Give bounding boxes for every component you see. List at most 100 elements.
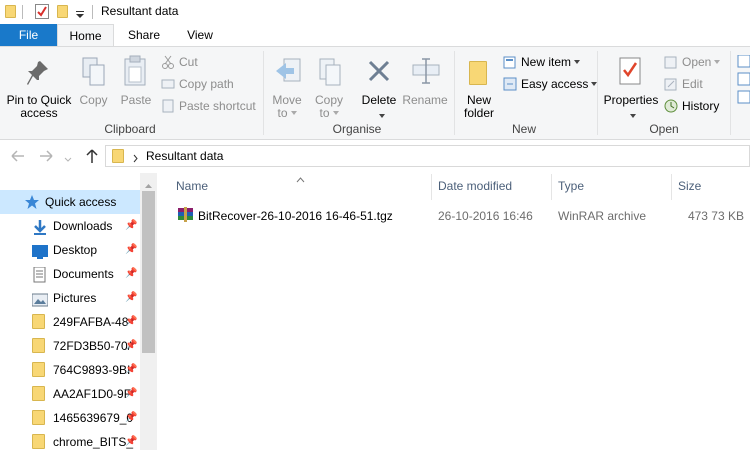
star-icon — [24, 194, 40, 209]
breadcrumb-chevron-icon[interactable] — [133, 152, 139, 163]
divider — [22, 5, 23, 19]
pin-icon: 📌 — [125, 292, 138, 303]
divider — [263, 51, 264, 135]
nav-item-desktop[interactable]: Desktop 📌 — [0, 238, 140, 262]
new-item-label: New item — [521, 55, 572, 69]
divider — [597, 51, 598, 135]
copy-path-label: Copy path — [179, 77, 234, 91]
pin-label-line2: access — [20, 106, 58, 120]
delete-button[interactable]: Delete — [356, 51, 402, 119]
copy-to-label-2-text: to — [319, 106, 330, 120]
pictures-icon — [31, 291, 49, 307]
forward-arrow-icon[interactable] — [38, 149, 54, 163]
tab-share[interactable]: Share — [116, 24, 172, 46]
new-item-button[interactable]: New item — [503, 52, 581, 72]
properties-quick-icon[interactable] — [35, 4, 49, 19]
copy-path-button[interactable]: Copy path — [161, 74, 234, 94]
copy-to-icon — [316, 57, 344, 87]
download-icon — [32, 219, 48, 235]
paste-shortcut-label: Paste shortcut — [179, 99, 256, 113]
scroll-thumb[interactable] — [142, 191, 155, 353]
cut-button[interactable]: Cut — [161, 52, 198, 72]
documents-icon — [32, 266, 48, 283]
copy-to-button[interactable]: Copy to — [310, 51, 348, 120]
pin-icon: 📌 — [125, 316, 138, 327]
paste-shortcut-icon — [161, 99, 175, 113]
nav-item-folder[interactable]: 249FAFBA-48 📌 — [0, 310, 140, 334]
divider — [551, 174, 552, 200]
properties-dropdown-caret — [627, 109, 636, 123]
nav-item-folder[interactable]: chrome_BITS_ 📌 — [0, 430, 140, 454]
column-header-date-modified[interactable]: Date modified — [438, 179, 512, 193]
file-row[interactable]: BitRecover-26-10-2016 16-46-51.tgz 26-10… — [170, 204, 750, 226]
recent-locations-chevron-icon[interactable] — [64, 152, 72, 162]
new-folder-icon — [469, 61, 487, 85]
nav-label: 249FAFBA-48 — [53, 315, 129, 329]
tab-home[interactable]: Home — [57, 24, 114, 47]
pin-icon: 📌 — [125, 436, 138, 447]
back-arrow-icon[interactable] — [10, 149, 26, 163]
title-bar: Resultant data — [0, 0, 750, 24]
easy-access-icon — [503, 77, 517, 91]
rename-button[interactable]: Rename — [402, 51, 448, 119]
copy-button[interactable]: Copy — [76, 51, 111, 119]
easy-access-label: Easy access — [521, 77, 589, 91]
column-header-size[interactable]: Size — [678, 179, 701, 193]
sort-ascending-icon — [296, 172, 305, 186]
column-header-name[interactable]: Name — [176, 179, 208, 193]
winrar-archive-icon — [177, 206, 194, 223]
address-folder-icon — [112, 149, 124, 163]
copy-label: Copy — [79, 93, 108, 107]
nav-label: Quick access — [45, 195, 117, 209]
properties-icon — [619, 57, 641, 85]
column-header-type[interactable]: Type — [558, 179, 584, 193]
paste-shortcut-button[interactable]: Paste shortcut — [161, 96, 256, 116]
nav-item-folder[interactable]: AA2AF1D0-9F 📌 — [0, 382, 140, 406]
history-label: History — [682, 99, 720, 113]
nav-item-folder[interactable]: 1465639679_0 📌 — [0, 406, 140, 430]
nav-label: Pictures — [53, 291, 97, 305]
new-folder-quick-icon[interactable] — [57, 5, 68, 18]
select-group-icon[interactable] — [737, 54, 750, 105]
nav-label: AA2AF1D0-9F — [53, 387, 132, 401]
ribbon-home: Pin to Quick access Copy Paste Cut Copy … — [0, 46, 750, 140]
edit-icon — [664, 77, 678, 91]
file-date-modified: 26-10-2016 16:46 — [438, 209, 533, 223]
history-button[interactable]: History — [664, 96, 719, 116]
divider — [730, 51, 731, 135]
open-button[interactable]: Open — [664, 52, 721, 72]
nav-item-documents[interactable]: Documents 📌 — [0, 262, 140, 286]
new-folder-button[interactable]: New folder — [459, 51, 499, 120]
folder-icon — [32, 314, 45, 329]
folder-icon — [32, 362, 45, 377]
group-label-new: New — [511, 122, 536, 136]
nav-label: Documents — [53, 267, 114, 281]
address-bar[interactable]: Resultant data — [105, 145, 750, 167]
nav-label: 72FD3B50-70/ — [53, 339, 132, 353]
pin-to-quick-access-button[interactable]: Pin to Quick access — [4, 51, 74, 120]
tab-view[interactable]: View — [173, 24, 227, 46]
nav-item-downloads[interactable]: Downloads 📌 — [0, 214, 140, 238]
customize-qat-icon[interactable] — [76, 8, 84, 18]
nav-item-quick-access[interactable]: Quick access — [0, 190, 140, 214]
nav-item-pictures[interactable]: Pictures 📌 — [0, 286, 140, 310]
folder-icon — [5, 5, 16, 18]
folder-icon — [32, 434, 45, 449]
edit-button[interactable]: Edit — [664, 74, 703, 94]
nav-label: 764C9893-9BI — [53, 363, 131, 377]
tab-file[interactable]: File — [0, 24, 57, 46]
up-arrow-icon[interactable] — [85, 148, 99, 164]
breadcrumb-resultant-data[interactable]: Resultant data — [146, 149, 223, 163]
paste-button[interactable]: Paste — [117, 51, 155, 119]
pin-icon: 📌 — [125, 412, 138, 423]
nav-label: chrome_BITS_ — [53, 435, 134, 449]
nav-item-folder[interactable]: 72FD3B50-70/ 📌 — [0, 334, 140, 358]
properties-button[interactable]: Properties — [602, 51, 660, 119]
easy-access-button[interactable]: Easy access — [503, 74, 598, 94]
nav-item-folder[interactable]: 764C9893-9BI 📌 — [0, 358, 140, 382]
pin-icon: 📌 — [125, 268, 138, 279]
nav-label: 1465639679_0 — [53, 411, 134, 425]
paste-label: Paste — [120, 93, 152, 107]
move-to-button[interactable]: Move to — [268, 51, 306, 120]
scroll-up-arrow-icon[interactable] — [144, 178, 153, 192]
